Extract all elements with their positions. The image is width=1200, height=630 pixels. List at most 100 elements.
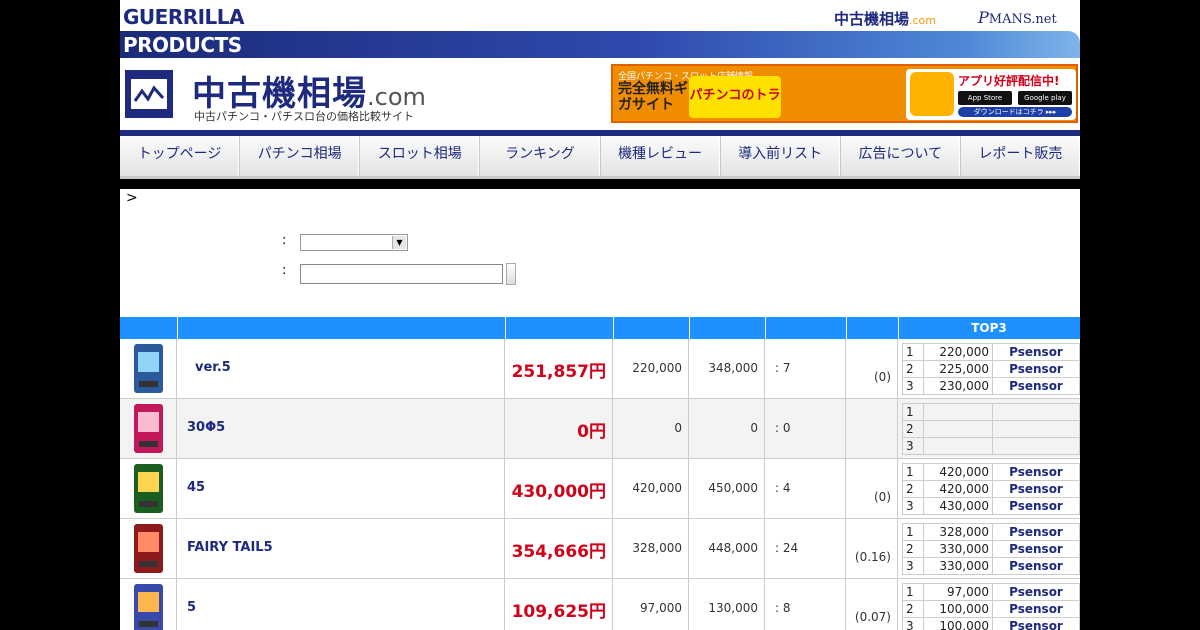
top-price: 420,000 [923, 463, 993, 481]
top-shop-link[interactable]: Psensor [992, 360, 1080, 378]
top-price: 230,000 [923, 377, 993, 395]
row-count-cell: : 24 [765, 519, 846, 578]
top-shop-link[interactable]: Psensor [992, 557, 1080, 575]
listing-count: : 4 [775, 481, 791, 495]
avg-price: 430,000円 [511, 482, 606, 502]
top-price [923, 403, 993, 421]
avg-price: 251,857円 [511, 362, 606, 382]
nav-advertising[interactable]: 広告について [841, 136, 961, 176]
top-shop-link[interactable]: Psensor [992, 343, 1080, 361]
search-input[interactable] [300, 264, 503, 284]
nav-ranking[interactable]: ランキング [480, 136, 601, 176]
top-price: 225,000 [923, 360, 993, 378]
top-shop-link[interactable]: Psensor [992, 583, 1080, 601]
top-rank: 2 [902, 360, 924, 378]
header-cell-max [689, 317, 766, 339]
row-max-cell: 130,000 [689, 579, 765, 630]
table-row: 45 430,000円 420,000 450,000 : 4 (0) 1 420… [120, 459, 1080, 519]
top-rank: 3 [902, 617, 924, 630]
max-price: 0 [750, 421, 758, 435]
pachinko-machine-icon[interactable] [134, 344, 163, 393]
row-min-cell: 97,000 [613, 579, 689, 630]
pmans-link-text: MANS.net [988, 12, 1057, 27]
tiger-mascot-icon [910, 72, 954, 116]
google-play-badge[interactable]: Google play [1018, 91, 1072, 105]
row-count-cell: : 0 [765, 399, 846, 458]
machine-name-link[interactable]: 5 [187, 600, 196, 615]
listing-count: : 24 [775, 541, 799, 555]
nav-report-sales[interactable]: レポート販売 [961, 136, 1080, 176]
filter-select[interactable]: ▼ [300, 234, 408, 251]
chuko-link[interactable]: 中古機相場.com [834, 8, 936, 29]
top-rank: 2 [902, 480, 924, 498]
machine-name-link[interactable]: 45 [187, 480, 205, 495]
row-count-cell: : 8 [765, 579, 846, 630]
top3-table: 1 97,000 Psensor 2 100,000 Psensor 3 100,000 P… [902, 583, 1080, 630]
row-count-cell: : 4 [765, 459, 846, 518]
products-logo[interactable]: PRODUCTS [123, 34, 242, 56]
top-shop-link[interactable]: Psensor [992, 463, 1080, 481]
guerrilla-logo[interactable]: GUERRILLA [123, 6, 245, 28]
pachinko-machine-icon[interactable] [134, 464, 163, 513]
top-price: 328,000 [923, 523, 993, 541]
breadcrumb: > [126, 190, 138, 206]
header-cell-min [613, 317, 690, 339]
table-row: FAIRY TAIL5 354,666円 328,000 448,000 : 2… [120, 519, 1080, 579]
price-table: TOP3 ver.5 251,857円 220,000 348,000 : 7 … [120, 317, 1080, 630]
top-rank: 2 [902, 540, 924, 558]
pachinko-machine-icon[interactable] [134, 404, 163, 453]
header-cell-name [177, 317, 506, 339]
top-rank: 3 [902, 497, 924, 515]
top-shop-link[interactable]: Psensor [992, 617, 1080, 630]
row-min-cell: 0 [613, 399, 689, 458]
top-rank: 2 [902, 600, 924, 618]
top-shop-link[interactable]: Psensor [992, 497, 1080, 515]
nav-pachinko-market[interactable]: パチンコ相場 [240, 136, 361, 176]
top-shop-link[interactable]: Psensor [992, 540, 1080, 558]
machine-name-link[interactable]: ver.5 [195, 360, 231, 375]
top-shop-link[interactable]: Psensor [992, 600, 1080, 618]
ad-app-panel: アプリ好評配信中! App Store Google play ダウンロードはコ… [906, 69, 1076, 120]
min-price: 328,000 [632, 541, 682, 555]
nav-pre-install-list[interactable]: 導入前リスト [721, 136, 841, 176]
chart-monitor-icon[interactable] [125, 70, 173, 118]
ad-app-text: アプリ好評配信中! [958, 74, 1060, 88]
top-shop-link[interactable]: Psensor [992, 480, 1080, 498]
ad-banner[interactable]: 全国パチンコ・スロット店舗情報 完全無料ギガサイト パチンコのトラ アプリ好評配… [611, 64, 1078, 123]
nav-machine-review[interactable]: 機種レビュー [601, 136, 721, 176]
top-shop-link[interactable]: Psensor [992, 377, 1080, 395]
top-shop-link[interactable] [992, 403, 1080, 421]
row-image-cell [120, 519, 177, 578]
table-row: ver.5 251,857円 220,000 348,000 : 7 (0) 1… [120, 339, 1080, 399]
row-image-cell [120, 339, 177, 398]
top-band: GUERRILLA PRODUCTS 中古機相場.com PMANS.net [120, 0, 1080, 58]
avg-price: 109,625円 [511, 602, 606, 622]
pachinko-machine-icon[interactable] [134, 524, 163, 573]
row-max-cell: 450,000 [689, 459, 765, 518]
ad-download-button[interactable]: ダウンロードはコチラ ▸▸▸ [958, 107, 1072, 117]
top-shop-link[interactable] [992, 420, 1080, 438]
top-shop-link[interactable] [992, 437, 1080, 455]
page: GUERRILLA PRODUCTS 中古機相場.com PMANS.net 中… [120, 0, 1080, 630]
listing-count: : 7 [775, 361, 791, 375]
row-min-cell: 328,000 [613, 519, 689, 578]
main-nav: トップページ パチンコ相場 スロット相場 ランキング 機種レビュー 導入前リスト… [120, 136, 1080, 179]
logo-chart-line [133, 85, 165, 102]
row-rate-cell: (0.16) [846, 519, 898, 578]
top-rank: 2 [902, 420, 924, 438]
search-button[interactable] [506, 263, 516, 285]
app-store-badge[interactable]: App Store [958, 91, 1012, 105]
nav-top-page[interactable]: トップページ [120, 136, 241, 176]
row-top3-cell: 1 420,000 Psensor 2 420,000 Psensor 3 430,000… [898, 459, 1080, 518]
header-cell-price [505, 317, 614, 339]
pachinko-machine-icon[interactable] [134, 584, 163, 630]
machine-name-link[interactable]: FAIRY TAIL5 [187, 540, 273, 555]
nav-slot-market[interactable]: スロット相場 [360, 136, 481, 176]
row-price-cell: 430,000円 [505, 459, 613, 518]
row-min-cell: 220,000 [613, 339, 689, 398]
row-image-cell [120, 579, 177, 630]
chevron-down-icon[interactable]: ▼ [392, 236, 406, 249]
top-shop-link[interactable]: Psensor [992, 523, 1080, 541]
pmans-link[interactable]: PMANS.net [978, 8, 1057, 27]
machine-name-link[interactable]: 30Φ5 [187, 420, 225, 435]
